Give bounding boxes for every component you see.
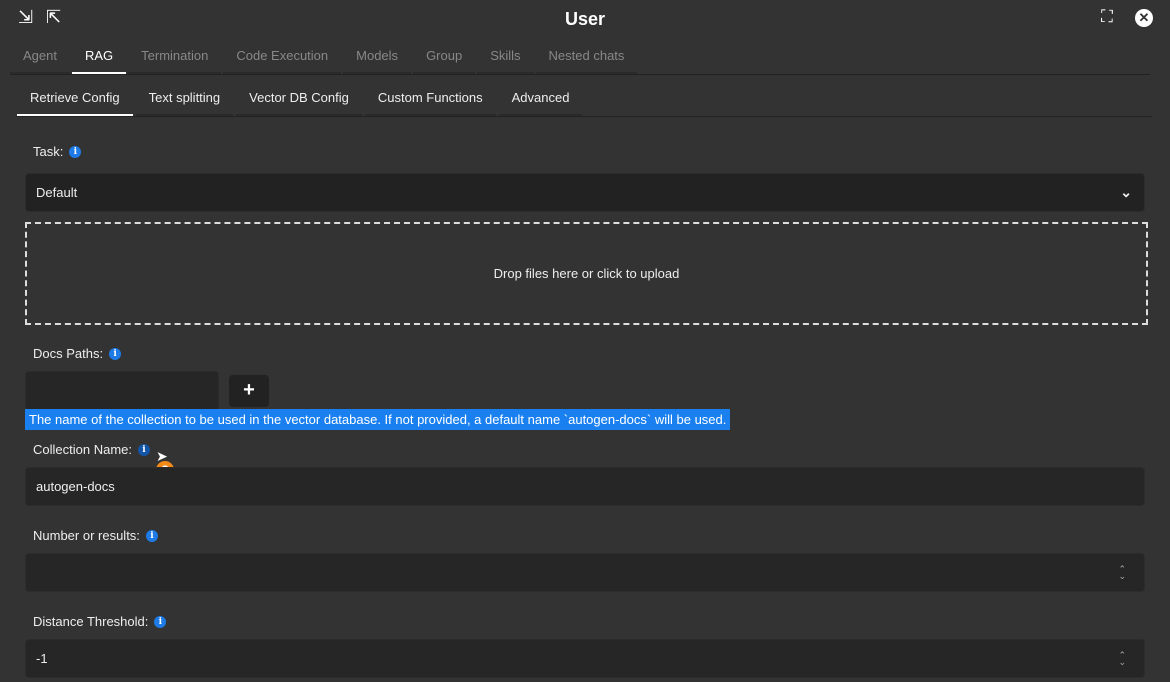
task-select[interactable]: Default ⌄ — [25, 173, 1145, 212]
info-icon[interactable]: i — [109, 348, 122, 360]
modal-header: ⇲ ⇱ User ⛶ ✕ — [0, 0, 1170, 40]
info-icon[interactable]: i — [145, 530, 158, 542]
modal-title: User — [564, 9, 606, 29]
tab-custom-functions[interactable]: Custom Functions — [364, 82, 496, 116]
main-tabs: Agent RAG Termination Code Execution Models G… — [10, 40, 1150, 75]
file-upload-dropzone[interactable]: Drop files here or click to upload — [25, 222, 1148, 325]
distance-threshold-input[interactable]: -1 ⌃ ⌄ — [25, 639, 1145, 678]
collection-name-input[interactable]: autogen-docs — [25, 467, 1145, 506]
tab-code-execution[interactable]: Code Execution — [223, 40, 342, 74]
tab-rag[interactable]: RAG — [71, 40, 127, 74]
tab-text-splitting[interactable]: Text splitting — [135, 82, 234, 116]
task-label: Task: i — [33, 144, 82, 159]
results-label: Number or results: i — [33, 528, 158, 543]
distance-label: Distance Threshold: i — [33, 614, 167, 629]
docs-paths-label-text: Docs Paths: — [33, 346, 104, 361]
collection-name-label: Collection Name: i — [33, 442, 150, 457]
add-path-button[interactable]: + — [229, 375, 269, 407]
distance-label-text: Distance Threshold: — [33, 614, 149, 629]
info-icon[interactable]: i — [138, 444, 150, 456]
docs-paths-input[interactable] — [25, 371, 219, 411]
spinner-icon[interactable]: ⌃ ⌄ — [1118, 564, 1126, 580]
docs-paths-label: Docs Paths: i — [33, 346, 122, 361]
tab-nested-chats[interactable]: Nested chats — [535, 40, 638, 74]
tab-termination[interactable]: Termination — [128, 40, 222, 74]
upload-text: Drop files here or click to upload — [493, 266, 680, 281]
task-value: Default — [36, 185, 78, 200]
tab-models[interactable]: Models — [343, 40, 412, 74]
task-label-text: Task: — [33, 144, 64, 159]
collection-label-text: Collection Name: — [33, 442, 132, 457]
close-icon[interactable]: ✕ — [1135, 9, 1153, 27]
collection-value: autogen-docs — [36, 479, 115, 494]
tab-advanced[interactable]: Advanced — [498, 82, 583, 116]
tab-skills[interactable]: Skills — [477, 40, 534, 74]
spinner-icon[interactable]: ⌃ ⌄ — [1118, 650, 1126, 666]
sub-tabs: Retrieve Config Text splitting Vector DB C… — [17, 82, 1152, 117]
fullscreen-icon[interactable]: ⛶ — [1101, 7, 1113, 27]
tab-group[interactable]: Group — [413, 40, 476, 74]
info-icon[interactable]: i — [69, 146, 82, 158]
chevron-down-icon: ⌄ — [1120, 184, 1132, 200]
distance-value: -1 — [36, 651, 48, 666]
tab-agent[interactable]: Agent — [10, 40, 70, 74]
tooltip: The name of the collection to be used in… — [25, 409, 731, 430]
tab-retrieve-config[interactable]: Retrieve Config — [17, 82, 133, 116]
results-number-input[interactable]: ⌃ ⌄ — [25, 553, 1145, 592]
info-icon[interactable]: i — [154, 616, 167, 628]
results-label-text: Number or results: — [33, 528, 140, 543]
tab-vector-db-config[interactable]: Vector DB Config — [236, 82, 362, 116]
